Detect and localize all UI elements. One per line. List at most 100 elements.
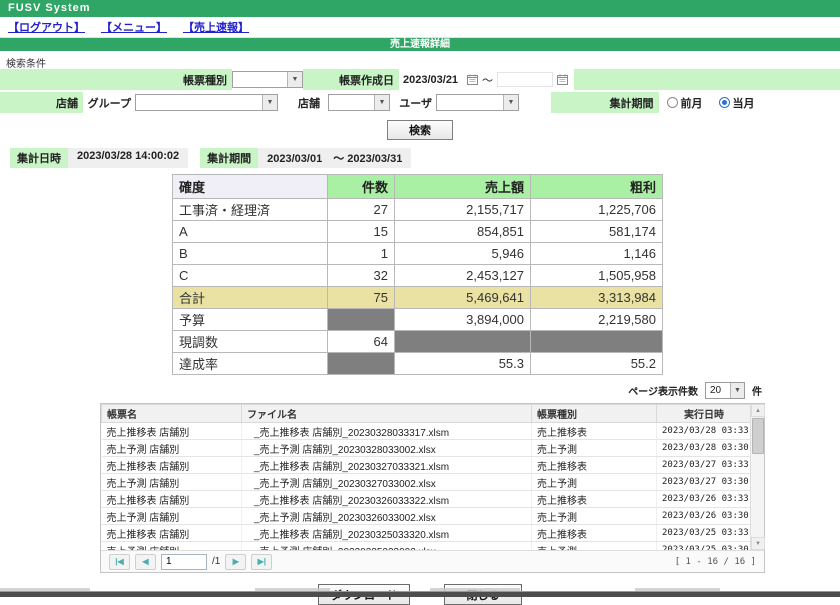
- search-row-2: 店舗 グループ ▼ 店舗 ▼ ユーザ ▼ 集計期間 前月 当月: [0, 92, 840, 113]
- summary-profit-cell: 1,146: [531, 243, 663, 265]
- file-name-cell: 売上推移表 店舗別: [102, 491, 242, 508]
- page-size-row: ページ表示件数 20 ▼ 件: [0, 382, 762, 399]
- file-datetime-cell: 2023/03/25 03:30:02: [657, 542, 752, 551]
- col-header-file-name: ファイル名: [242, 405, 532, 423]
- file-type-cell: 売上予測: [532, 508, 657, 525]
- summary-row: 予算 3,894,000 2,219,580: [173, 309, 663, 331]
- calendar-icon[interactable]: [557, 74, 568, 85]
- date-separator: ～: [482, 72, 493, 88]
- next-page-button[interactable]: ▶: [225, 554, 246, 570]
- file-type-cell: 売上推移表: [532, 423, 657, 440]
- summary-sales-cell: 2,453,127: [395, 265, 531, 287]
- col-header-exec-datetime: 実行日時: [657, 405, 752, 423]
- nav-link-menu[interactable]: 【メニュー】: [101, 19, 167, 35]
- page-number-input[interactable]: [161, 554, 207, 570]
- summary-info-row: 集計日時 2023/03/28 14:00:02 集計期間 2023/03/01…: [10, 148, 840, 168]
- nav-link-sales-report[interactable]: 【売上速報】: [183, 19, 249, 35]
- app-title: FUSV System: [8, 2, 91, 14]
- file-name-cell: 売上予測 店舗別: [102, 542, 242, 551]
- summary-total-row: 合計 75 5,469,641 3,313,984: [173, 287, 663, 309]
- search-row-1: 帳票種別 ▼ 帳票作成日 2023/03/21 ～: [0, 69, 840, 90]
- chevron-down-icon[interactable]: ▼: [287, 72, 302, 87]
- summary-row: 達成率 55.3 55.2: [173, 353, 663, 375]
- summary-count-cell-disabled: [328, 309, 395, 331]
- col-header-sales: 売上額: [395, 175, 531, 199]
- file-filename-cell: _売上予測 店舗別_20230325033002.xlsx: [242, 542, 532, 551]
- file-row[interactable]: 売上推移表 店舗別 _売上推移表 店舗別_20230326033322.xlsm…: [102, 491, 752, 508]
- chevron-down-icon[interactable]: ▼: [262, 95, 277, 110]
- summary-row-label: 予算: [173, 309, 328, 331]
- aggregate-period-value: 2023/03/01 ～ 2023/03/31: [258, 148, 411, 168]
- form-type-label: 帳票種別: [0, 69, 232, 90]
- user-select[interactable]: ▼: [436, 94, 519, 111]
- last-page-button[interactable]: ▶|: [251, 554, 272, 570]
- file-type-cell: 売上推移表: [532, 525, 657, 542]
- file-row[interactable]: 売上予測 店舗別 _売上予測 店舗別_20230328033002.xlsx 売…: [102, 440, 752, 457]
- file-row[interactable]: 売上予測 店舗別 _売上予測 店舗別_20230325033002.xlsx 売…: [102, 542, 752, 551]
- file-type-cell: 売上予測: [532, 440, 657, 457]
- summary-count-cell-disabled: [328, 353, 395, 375]
- file-list-panel: 帳票名 ファイル名 帳票種別 実行日時 売上推移表 店舗別 _売上推移表 店舗別…: [100, 403, 765, 573]
- file-row[interactable]: 売上予測 店舗別 _売上予測 店舗別_20230326033002.xlsx 売…: [102, 508, 752, 525]
- file-datetime-cell: 2023/03/25 03:33:20: [657, 525, 752, 542]
- search-conditions-label: 検索条件: [0, 51, 840, 69]
- calendar-icon[interactable]: [467, 74, 478, 85]
- summary-row-label: B: [173, 243, 328, 265]
- chevron-down-icon[interactable]: ▼: [503, 95, 518, 110]
- period-prev-month-radio[interactable]: 前月: [667, 95, 703, 111]
- summary-row-label: 工事済・経理済: [173, 199, 328, 221]
- summary-sales-cell: 2,155,717: [395, 199, 531, 221]
- scroll-up-icon[interactable]: ▲: [751, 404, 765, 417]
- file-row[interactable]: 売上推移表 店舗別 _売上推移表 店舗別_20230325033320.xlsm…: [102, 525, 752, 542]
- summary-sales-cell: 5,469,641: [395, 287, 531, 309]
- file-filename-cell: _売上予測 店舗別_20230328033002.xlsx: [242, 440, 532, 457]
- page-size-unit: 件: [752, 383, 762, 398]
- search-button[interactable]: 検索: [387, 120, 453, 140]
- summary-profit-cell: 1,505,958: [531, 265, 663, 287]
- summary-table: 確度 件数 売上額 粗利 工事済・経理済 27 2,155,717 1,225,…: [172, 174, 663, 375]
- file-filename-cell: _売上推移表 店舗別_20230327033321.xlsm: [242, 457, 532, 474]
- file-row[interactable]: 売上推移表 店舗別 _売上推移表 店舗別_20230328033317.xlsm…: [102, 423, 752, 440]
- file-row[interactable]: 売上予測 店舗別 _売上予測 店舗別_20230327033002.xlsx 売…: [102, 474, 752, 491]
- file-type-cell: 売上予測: [532, 542, 657, 551]
- scroll-down-icon[interactable]: ▼: [751, 537, 765, 550]
- file-row[interactable]: 売上推移表 店舗別 _売上推移表 店舗別_20230327033321.xlsm…: [102, 457, 752, 474]
- background-page-edge: [0, 591, 840, 597]
- summary-header-row: 確度 件数 売上額 粗利: [173, 175, 663, 199]
- file-type-cell: 売上推移表: [532, 491, 657, 508]
- summary-sales-cell-disabled: [395, 331, 531, 353]
- total-pages-label: /1: [212, 556, 220, 567]
- row-filler: [809, 92, 840, 113]
- created-date-label: 帳票作成日: [303, 69, 399, 90]
- prev-page-button[interactable]: ◀: [135, 554, 156, 570]
- nav-link-logout[interactable]: 【ログアウト】: [8, 19, 85, 35]
- created-date-to-input[interactable]: [497, 72, 553, 87]
- user-label: ユーザ: [396, 92, 436, 113]
- chevron-down-icon[interactable]: ▼: [730, 383, 744, 398]
- created-date-from-input[interactable]: 2023/03/21: [403, 74, 463, 86]
- group-select[interactable]: ▼: [135, 94, 278, 111]
- scrollbar-thumb[interactable]: [752, 418, 764, 454]
- record-range-label: [ 1 - 16 / 16 ]: [675, 557, 756, 567]
- summary-count-cell: 64: [328, 331, 395, 353]
- file-datetime-cell: 2023/03/27 03:30:02: [657, 474, 752, 491]
- summary-sales-cell: 5,946: [395, 243, 531, 265]
- file-datetime-cell: 2023/03/26 03:30:02: [657, 508, 752, 525]
- summary-row: A 15 854,851 581,174: [173, 221, 663, 243]
- vertical-scrollbar[interactable]: ▲ ▼: [750, 404, 764, 550]
- chevron-down-icon[interactable]: ▼: [374, 95, 389, 110]
- summary-row-label: 合計: [173, 287, 328, 309]
- store-select[interactable]: ▼: [328, 94, 390, 111]
- page-size-value: 20: [706, 385, 730, 396]
- file-name-cell: 売上予測 店舗別: [102, 508, 242, 525]
- page-size-select[interactable]: 20 ▼: [705, 382, 745, 399]
- file-filename-cell: _売上推移表 店舗別_20230326033322.xlsm: [242, 491, 532, 508]
- period-current-month-radio[interactable]: 当月: [719, 95, 755, 111]
- first-page-button[interactable]: |◀: [109, 554, 130, 570]
- summary-profit-cell: 1,225,706: [531, 199, 663, 221]
- search-button-row: 検索: [0, 115, 840, 146]
- group-label: グループ: [83, 92, 135, 113]
- created-date-fields: 2023/03/21 ～: [399, 69, 574, 90]
- form-type-select[interactable]: ▼: [232, 71, 303, 88]
- col-header-report-type: 帳票種別: [532, 405, 657, 423]
